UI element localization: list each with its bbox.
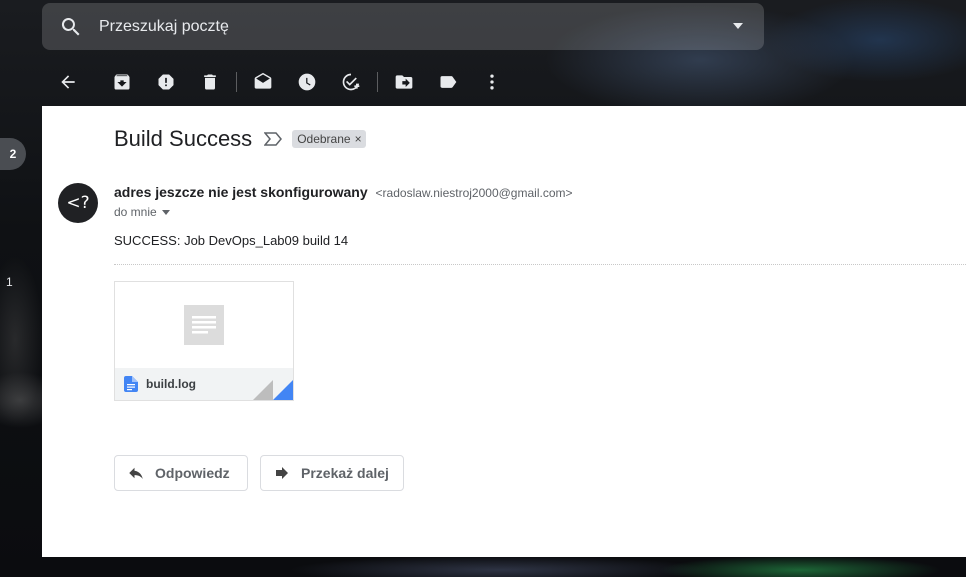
sender-info: adres jeszcze nie jest skonfigurowany <r… [114,184,573,200]
search-icon[interactable] [59,15,83,39]
sender-name[interactable]: adres jeszcze nie jest skonfigurowany [114,184,368,200]
delete-icon [204,74,216,90]
forward-label: Przekaż dalej [301,465,389,481]
toolbar-separator [377,72,378,92]
side-count: 1 [6,275,13,289]
move-to-button[interactable] [382,60,426,104]
snooze-button[interactable] [285,60,329,104]
attachment-filename: build.log [146,377,196,391]
recipient-text: do mnie [114,205,157,219]
message-toolbar [42,58,966,106]
report-spam-button[interactable] [144,60,188,104]
back-button[interactable] [46,60,90,104]
attachments-divider [114,264,966,265]
snooze-icon [298,73,316,91]
search-bar[interactable] [42,3,764,50]
message-panel: Build Success Odebrane × <? adres jeszcz… [42,106,966,557]
avatar[interactable]: <? [58,183,98,223]
report-spam-icon [158,74,174,90]
reply-icon [129,467,143,479]
forward-button[interactable]: Przekaż dalej [260,455,404,491]
email-subject: Build Success [114,126,253,151]
labels-icon [440,76,457,88]
chevron-down-icon [161,209,170,215]
file-icon [124,376,138,392]
recipient-details-toggle[interactable]: do mnie [114,205,170,219]
attachment-card[interactable]: build.log [114,281,294,401]
mark-unread-button[interactable] [241,60,285,104]
add-task-icon [342,73,360,91]
sender-email: <radoslaw.niestroj2000@gmail.com> [375,186,573,200]
more-options-button[interactable] [470,60,514,104]
attachment-corner-fold-icon [253,380,293,400]
label-chip-text: Odebrane [297,132,351,146]
inbox-label-chip: Odebrane × [292,130,366,148]
forward-icon [276,467,288,479]
importance-marker-icon[interactable] [264,132,283,146]
document-preview-icon [184,305,224,345]
search-options-caret-icon[interactable] [732,21,744,31]
attachment-preview [115,282,293,368]
search-input[interactable] [99,17,699,36]
delete-button[interactable] [188,60,232,104]
more-icon [490,74,494,90]
subject-row: Build Success Odebrane × [114,126,366,152]
remove-label-button[interactable]: × [355,132,362,146]
archive-icon [114,74,130,90]
reply-label: Odpowiedz [155,465,230,481]
archive-button[interactable] [100,60,144,104]
mark-unread-icon [254,72,272,89]
toolbar-separator [236,72,237,92]
add-task-button[interactable] [329,60,373,104]
reply-button[interactable]: Odpowiedz [114,455,248,491]
labels-button[interactable] [426,60,470,104]
move-to-icon [395,75,413,89]
back-icon [61,75,75,89]
email-body: SUCCESS: Job DevOps_Lab09 build 14 [114,233,349,248]
